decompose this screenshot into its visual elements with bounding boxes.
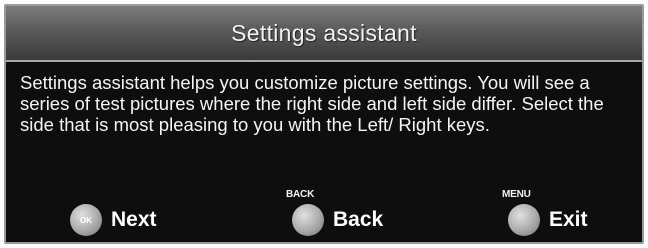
- settings-assistant-dialog: Settings assistant Settings assistant he…: [4, 4, 644, 244]
- back-key-caption: BACK: [286, 189, 315, 200]
- back-label: Back: [333, 208, 384, 231]
- dialog-title: Settings assistant: [231, 19, 417, 46]
- ok-key-icon: OK: [70, 204, 102, 236]
- next-button[interactable]: OK Next: [70, 202, 157, 238]
- exit-label: Exit: [549, 208, 588, 231]
- ok-key-glyph: OK: [80, 215, 92, 225]
- exit-button[interactable]: MENU Exit: [502, 189, 588, 238]
- next-label: Next: [111, 208, 157, 231]
- back-button[interactable]: BACK Back: [286, 189, 384, 238]
- menu-key-caption: MENU: [502, 189, 531, 200]
- menu-key-icon: MENU: [502, 189, 540, 236]
- back-key-icon: BACK: [286, 189, 324, 236]
- dialog-description: Settings assistant helps you customize p…: [20, 72, 604, 135]
- key-guide-footer: OK Next BACK Back MENU Exit: [6, 189, 642, 242]
- title-bar: Settings assistant: [6, 6, 642, 62]
